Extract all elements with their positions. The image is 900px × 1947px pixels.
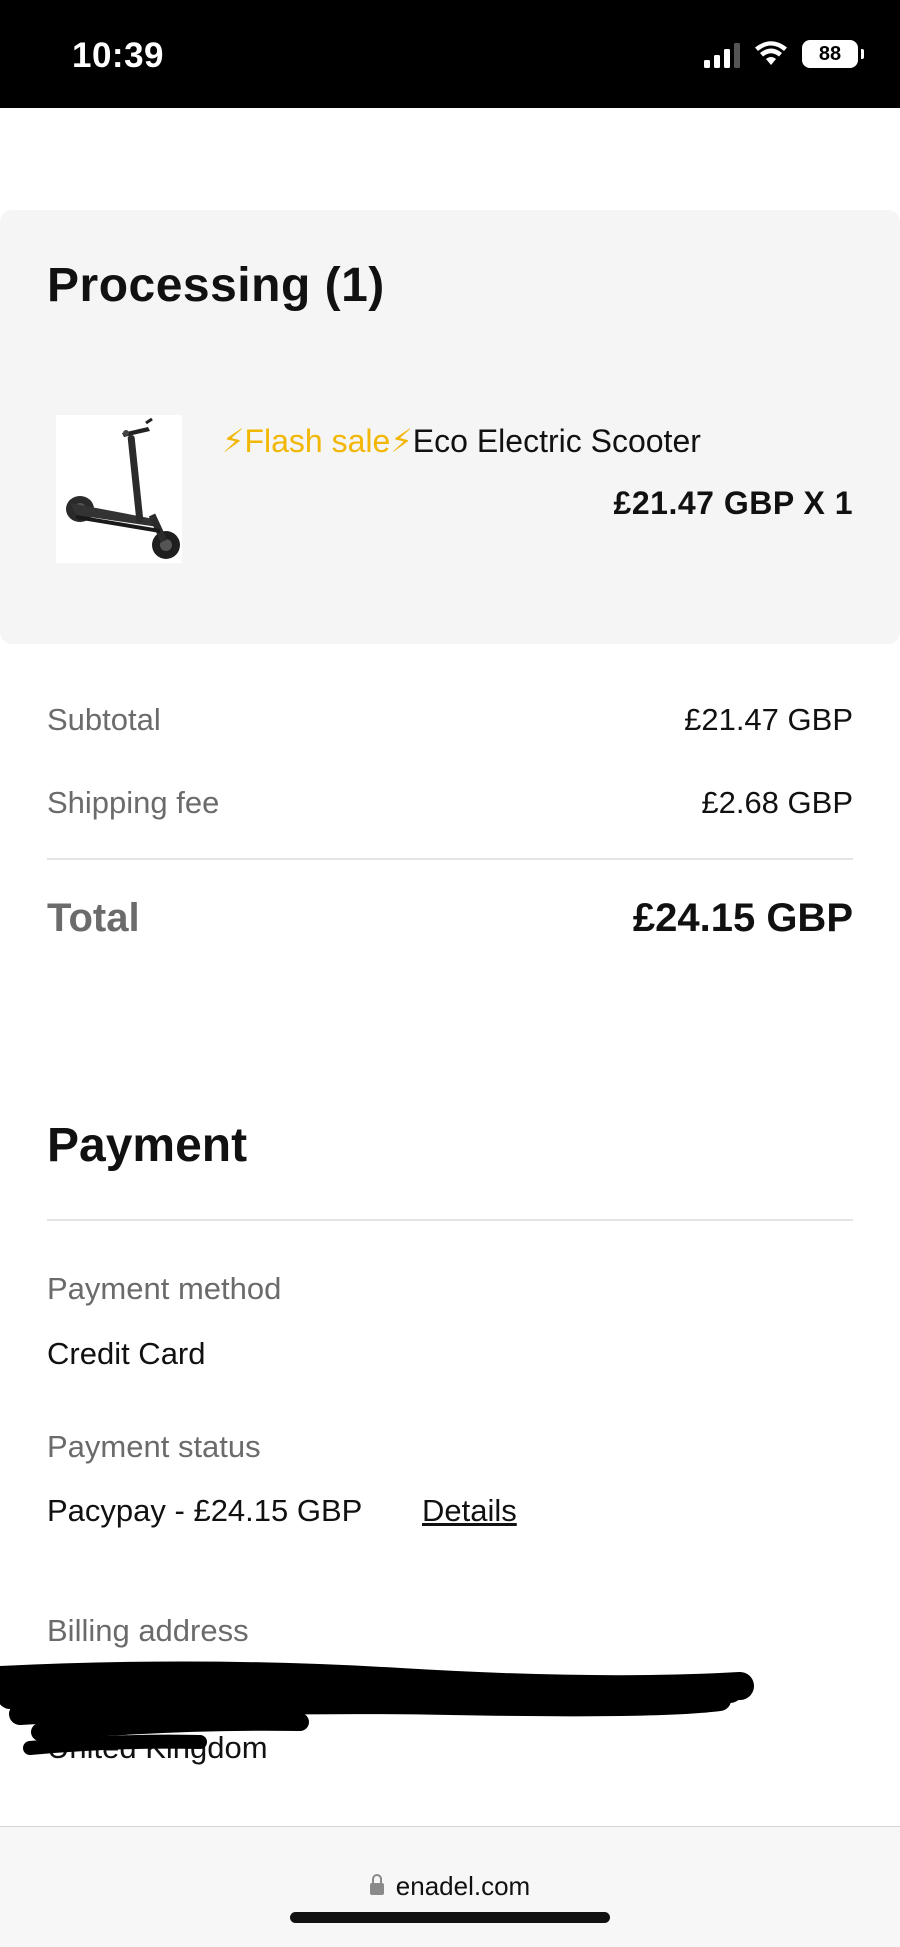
lock-icon bbox=[369, 1874, 384, 1895]
product-price-qty: £21.47 GBP X 1 bbox=[613, 485, 853, 521]
status-bar: 10:39 88 bbox=[0, 0, 900, 108]
payment-method-value: Credit Card bbox=[47, 1336, 206, 1371]
shipping-value: £2.68 GBP bbox=[701, 785, 853, 820]
status-time: 10:39 bbox=[72, 36, 165, 75]
payment-divider bbox=[47, 1219, 853, 1221]
payment-method-label: Payment method bbox=[47, 1271, 282, 1306]
status-icons: 88 bbox=[704, 40, 864, 68]
shipping-label: Shipping fee bbox=[47, 785, 220, 820]
total-row: Total £24.15 GBP bbox=[47, 896, 853, 941]
product-thumbnail[interactable] bbox=[56, 415, 182, 563]
subtotal-value: £21.47 GBP bbox=[684, 702, 853, 737]
product-name-text: Eco Electric Scooter bbox=[412, 423, 701, 459]
payment-status-label: Payment status bbox=[47, 1429, 261, 1464]
total-label: Total bbox=[47, 896, 140, 940]
signal-icon bbox=[704, 40, 740, 68]
shipping-row: Shipping fee £2.68 GBP bbox=[47, 785, 853, 821]
subtotal-row: Subtotal £21.47 GBP bbox=[47, 702, 853, 738]
redaction-scribble bbox=[0, 1661, 754, 1755]
billing-address-label: Billing address bbox=[47, 1613, 249, 1648]
product-name[interactable]: ⚡Flash sale⚡Eco Electric Scooter bbox=[222, 422, 701, 460]
payment-status-value: Pacypay - £24.15 GBP bbox=[47, 1493, 363, 1528]
payment-details-link[interactable]: Details bbox=[422, 1493, 517, 1529]
url-text: enadel.com bbox=[395, 1871, 531, 1901]
battery-icon: 88 bbox=[802, 40, 864, 68]
summary-divider bbox=[47, 858, 853, 860]
processing-panel: Processing (1) ⚡Flash sale⚡Eco Electric … bbox=[0, 210, 900, 644]
battery-level: 88 bbox=[818, 42, 842, 65]
browser-url-bar[interactable]: enadel.com bbox=[0, 1826, 900, 1947]
subtotal-label: Subtotal bbox=[47, 702, 161, 737]
total-value: £24.15 GBP bbox=[632, 896, 853, 940]
wifi-icon bbox=[755, 41, 787, 65]
flash-sale-label: ⚡Flash sale⚡ bbox=[222, 423, 413, 459]
payment-title: Payment bbox=[47, 1119, 248, 1172]
url-display[interactable]: enadel.com bbox=[0, 1871, 900, 1902]
processing-title: Processing (1) bbox=[47, 259, 385, 312]
scooter-image bbox=[56, 415, 182, 563]
home-indicator[interactable] bbox=[290, 1912, 610, 1923]
